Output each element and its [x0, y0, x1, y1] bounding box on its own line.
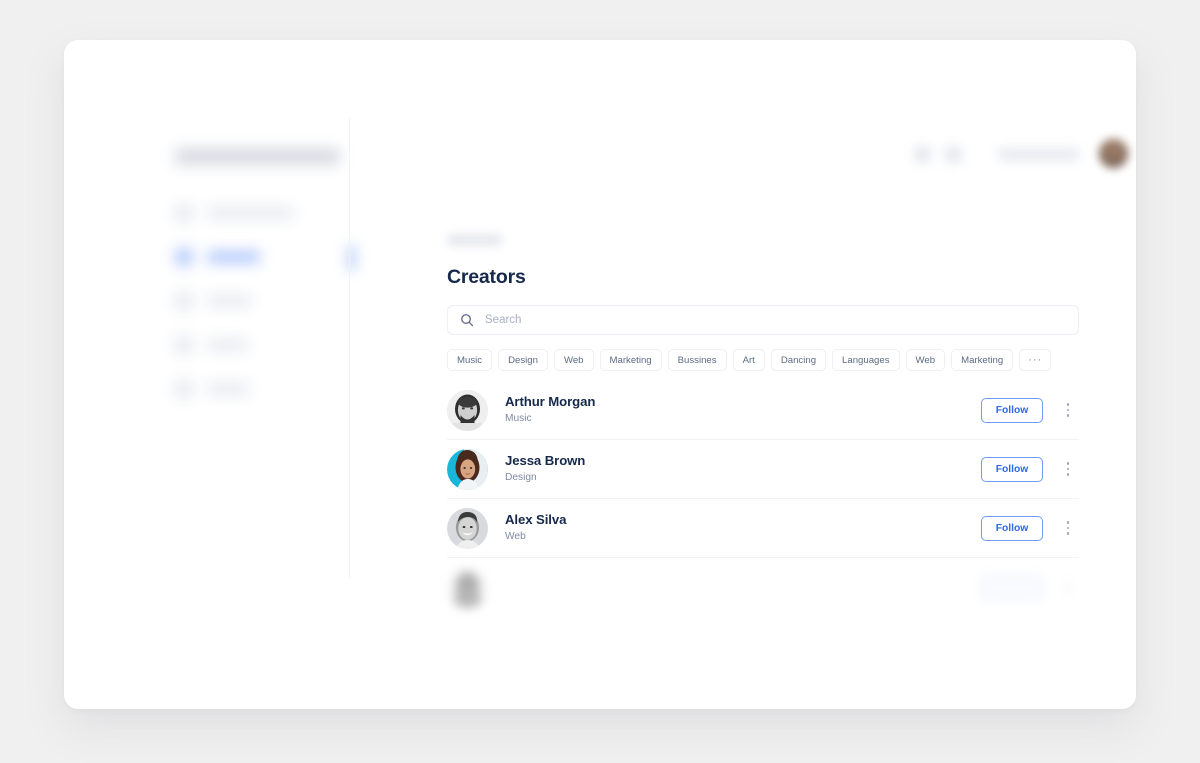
follow-button[interactable]: Follow: [981, 515, 1043, 541]
creator-category: Web: [505, 531, 526, 543]
sidebar-item-creators[interactable]: [64, 242, 354, 272]
row-menu-icon[interactable]: [1057, 396, 1079, 424]
chip-dancing[interactable]: Dancing: [770, 349, 827, 371]
category-filter-chips: Music Design Web Marketing Bussines Art …: [447, 349, 1087, 371]
chip-web[interactable]: Web: [553, 349, 594, 371]
sidebar-item-label: [207, 339, 247, 351]
dot: [1066, 586, 1070, 589]
settings-icon: [175, 380, 193, 398]
list-fade-overlay: [350, 657, 1136, 709]
sidebar-item-label: [207, 295, 251, 307]
dot: [1066, 580, 1070, 584]
stats-icon: [175, 336, 193, 354]
app-card: Creators Music Design Web Marketing Buss…: [64, 40, 1136, 709]
chip-music[interactable]: Music: [447, 349, 493, 371]
dot: [1066, 403, 1070, 406]
sidebar-nav: [64, 198, 354, 418]
avatar-image: [447, 448, 488, 490]
avatar: [447, 389, 488, 431]
dot: [1066, 526, 1070, 530]
dot: [1066, 408, 1070, 412]
search-icon[interactable]: [914, 146, 931, 163]
dot: [1066, 521, 1070, 524]
creators-icon: [175, 248, 193, 266]
avatar: [447, 448, 488, 490]
chip-web-2[interactable]: Web: [905, 349, 946, 371]
chip-marketing-2[interactable]: Marketing: [951, 349, 1014, 371]
dot: [1066, 462, 1070, 465]
table-row[interactable]: Alex Silva Web Follow: [447, 499, 1079, 558]
notifications-icon[interactable]: [945, 146, 962, 163]
sidebar: [64, 40, 354, 709]
dashboard-icon: [175, 204, 193, 222]
creator-category: Design: [505, 472, 537, 484]
creator-category: Music: [505, 413, 532, 425]
avatar[interactable]: [1099, 139, 1128, 168]
search-icon: [461, 314, 474, 327]
page-root: Creators Music Design Web Marketing Buss…: [0, 0, 1200, 763]
page-title: Creators: [447, 266, 526, 288]
chip-languages[interactable]: Languages: [832, 349, 900, 371]
table-row[interactable]: [447, 558, 1079, 617]
sidebar-item-label: [207, 207, 293, 219]
dot: [1066, 467, 1070, 471]
chip-bussines[interactable]: Bussines: [667, 349, 727, 371]
table-row[interactable]: Jessa Brown Design Follow: [447, 440, 1079, 499]
topbar: [350, 118, 1136, 198]
creator-info: Alex Silva Web: [505, 512, 981, 544]
sidebar-item-label: [207, 383, 249, 395]
row-menu-icon[interactable]: [1057, 514, 1079, 542]
creator-name: Jessa Brown: [505, 452, 586, 468]
creator-list: Arthur Morgan Music Follow Jessa Brown D…: [447, 381, 1079, 617]
main-content: Creators Music Design Web Marketing Buss…: [350, 198, 1136, 709]
row-menu-icon[interactable]: [1057, 574, 1079, 602]
sidebar-item-settings[interactable]: [64, 374, 349, 404]
dot: [1066, 591, 1070, 595]
search-input[interactable]: [485, 306, 1066, 334]
chip-more-options[interactable]: ···: [1019, 349, 1052, 371]
avatar-image: [447, 507, 488, 549]
sidebar-item-label: [207, 251, 260, 263]
dot: [1066, 473, 1070, 476]
sidebar-item-courses[interactable]: [64, 286, 349, 316]
chip-design[interactable]: Design: [498, 349, 548, 371]
breadcrumb[interactable]: [447, 234, 502, 246]
sidebar-item-stats[interactable]: [64, 330, 349, 360]
courses-icon: [175, 292, 193, 310]
follow-button[interactable]: Follow: [981, 456, 1043, 482]
follow-button[interactable]: Follow: [981, 397, 1043, 423]
follow-button[interactable]: [981, 575, 1043, 600]
topbar-user-label[interactable]: [998, 148, 1080, 161]
avatar-image: [447, 389, 488, 431]
creator-info: [505, 586, 981, 589]
search-box[interactable]: [447, 305, 1079, 335]
dot: [1066, 532, 1070, 535]
avatar-image: [447, 567, 488, 608]
chip-art[interactable]: Art: [732, 349, 765, 371]
creator-info: Jessa Brown Design: [505, 453, 981, 485]
chip-marketing[interactable]: Marketing: [599, 349, 662, 371]
sidebar-logo[interactable]: [175, 148, 340, 165]
row-menu-icon[interactable]: [1057, 455, 1079, 483]
topbar-actions: [914, 146, 1080, 163]
dot: [1066, 414, 1070, 417]
creator-info: Arthur Morgan Music: [505, 394, 981, 426]
sidebar-item-dashboard[interactable]: [64, 198, 349, 228]
table-row[interactable]: Arthur Morgan Music Follow: [447, 381, 1079, 440]
creator-name: Arthur Morgan: [505, 393, 596, 409]
avatar: [447, 567, 488, 608]
avatar: [447, 507, 488, 549]
creator-name: Alex Silva: [505, 511, 567, 527]
